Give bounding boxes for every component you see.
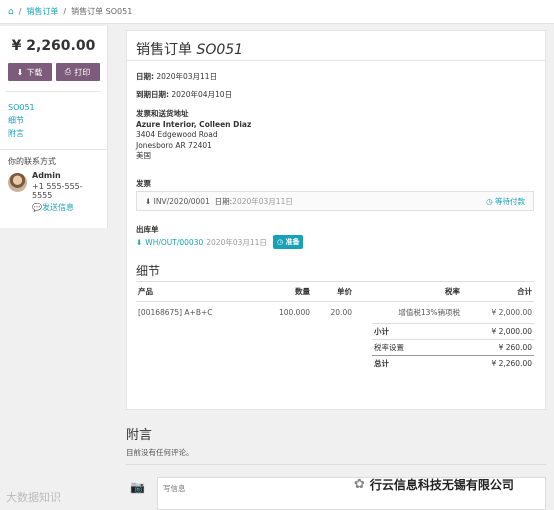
sidebar-nav: SO051 细节 附言 bbox=[0, 92, 107, 150]
breadcrumb-current: 销售订单 SO051 bbox=[71, 7, 133, 16]
comments-section: 附言 目前没有任何评论。 bbox=[126, 424, 194, 458]
col-total: 合计 bbox=[462, 281, 534, 302]
sidebar-item-so051[interactable]: SO051 bbox=[8, 101, 99, 114]
col-quantity: 数量 bbox=[266, 281, 312, 302]
address-title: 发票和送货地址 bbox=[136, 109, 189, 118]
total-value: ¥ 2,260.00 bbox=[491, 359, 532, 368]
contact-phone: +1 555-555-5555 bbox=[32, 182, 83, 200]
delivery-row: ⬇ WH/OUT/00030 2020年03月11日 ◷ 准备 bbox=[136, 235, 304, 249]
invoice-date-label: 日期: bbox=[214, 196, 233, 206]
download-label: 下载 bbox=[26, 67, 43, 77]
address-line2: Jonesboro AR 72401 bbox=[136, 140, 212, 150]
cell-tax: 增值税13%销项税 bbox=[398, 308, 460, 317]
address-line1: 3404 Edgewood Road bbox=[136, 130, 218, 139]
download-icon: ⬇ bbox=[145, 196, 154, 206]
title-number: SO051 bbox=[196, 42, 244, 58]
clock-icon: ◷ bbox=[486, 196, 493, 206]
date-label: 日期: bbox=[136, 72, 154, 81]
watermark-left-text: 大数据知识 bbox=[6, 491, 61, 504]
tax-value: ¥ 260.00 bbox=[498, 343, 532, 352]
invoice-row[interactable]: ⬇ INV/2020/0001 日期: 2020年03月11日 ◷ 等待付款 bbox=[136, 191, 534, 211]
col-unit-price: 单价 bbox=[312, 281, 354, 302]
title-prefix: 销售订单 bbox=[136, 42, 192, 58]
print-button[interactable]: ⎙ 打印 bbox=[55, 63, 100, 81]
print-label: 打印 bbox=[74, 67, 91, 77]
order-date: 日期: 2020年03月11日 bbox=[136, 71, 217, 82]
date-value: 2020年03月11日 bbox=[156, 72, 218, 81]
sidebar-item-details[interactable]: 细节 bbox=[8, 114, 99, 127]
print-icon: ⎙ bbox=[64, 67, 72, 76]
status-badge: ◷ 准备 bbox=[272, 235, 304, 249]
sidebar: ¥ 2,260.00 ⬇ 下载 ⎙ 打印 SO051 细节 附言 你的联系方式 … bbox=[0, 26, 108, 228]
watermark-left: 大数据知识 bbox=[6, 489, 61, 505]
message-placeholder: 写信息 bbox=[163, 484, 186, 493]
clock-icon: ◷ bbox=[276, 238, 284, 246]
due-label: 到期日期: bbox=[136, 90, 169, 99]
cell-total: ¥ 2,000.00 bbox=[491, 308, 532, 317]
order-card: 销售订单 SO051 日期: 2020年03月11日 到期日期: 2020年04… bbox=[126, 30, 546, 410]
send-message-link[interactable]: 💬发送信息 bbox=[32, 202, 99, 213]
contact-section: 你的联系方式 Admin +1 555-555-5555 💬发送信息 bbox=[0, 150, 107, 219]
avatar bbox=[8, 173, 27, 192]
due-value: 2020年04月10日 bbox=[171, 90, 233, 99]
breadcrumb: ⌂ / 销售订单 / 销售订单 SO051 bbox=[0, 0, 554, 24]
due-date: 到期日期: 2020年04月10日 bbox=[136, 89, 232, 100]
delivery-title: 出库单 bbox=[136, 224, 159, 235]
address-line3: 美国 bbox=[136, 151, 151, 160]
delivery-number[interactable]: WH/OUT/00030 bbox=[145, 238, 203, 247]
breadcrumb-separator: / bbox=[63, 7, 67, 16]
invoice-status-text: 等待付款 bbox=[495, 196, 525, 206]
cell-product: [00168675] A+B+C bbox=[138, 308, 213, 317]
col-product: 产品 bbox=[136, 281, 266, 302]
invoice-title-text: 发票 bbox=[136, 179, 151, 188]
total-label: 总计 bbox=[374, 359, 389, 368]
breadcrumb-separator: / bbox=[18, 7, 22, 16]
delivery-date: 2020年03月11日 bbox=[206, 237, 267, 247]
comment-icon: 💬 bbox=[32, 203, 42, 212]
delivery-title-text: 出库单 bbox=[136, 225, 159, 234]
breadcrumb-sales-orders[interactable]: 销售订单 bbox=[26, 6, 58, 17]
subtotal-label: 小计 bbox=[374, 327, 389, 336]
address-name: Azure Interior, Colleen Diaz bbox=[136, 119, 252, 129]
watermark-right: ✿ 行云信息科技无锡有限公司 bbox=[354, 476, 514, 493]
contact-title: 你的联系方式 bbox=[8, 157, 56, 166]
comments-empty: 目前没有任何评论。 bbox=[126, 448, 194, 457]
download-icon: ⬇ bbox=[136, 237, 143, 247]
invoice-date: 2020年03月11日 bbox=[232, 196, 293, 206]
table-row: [00168675] A+B+C 100.000 20.00 增值税13%销项税… bbox=[136, 302, 534, 324]
send-message-label: 发送信息 bbox=[41, 203, 74, 212]
sidebar-item-comments[interactable]: 附言 bbox=[8, 127, 99, 140]
details-heading: 细节 bbox=[136, 264, 161, 278]
watermark-right-text: 行云信息科技无锡有限公司 bbox=[369, 478, 514, 492]
comments-title: 附言 bbox=[126, 428, 153, 443]
page-title: 销售订单 SO051 bbox=[127, 31, 545, 61]
totals-block: 小计 ¥ 2,000.00 税率设置 ¥ 260.00 总计 ¥ 2,260.0… bbox=[372, 323, 534, 371]
wechat-icon: ✿ bbox=[354, 477, 365, 492]
tax-label: 税率设置 bbox=[374, 343, 404, 352]
download-button[interactable]: ⬇ 下载 bbox=[7, 63, 52, 81]
subtotal-value: ¥ 2,000.00 bbox=[491, 327, 532, 336]
divider bbox=[126, 464, 546, 465]
invoice-status: ◷ 等待付款 bbox=[486, 196, 525, 207]
status-badge-text: 准备 bbox=[285, 238, 300, 246]
address-block: 发票和送货地址 Azure Interior, Colleen Diaz 340… bbox=[136, 109, 251, 162]
download-icon: ⬇ bbox=[16, 67, 24, 77]
cell-quantity: 100.000 bbox=[278, 308, 310, 317]
sidebar-amount: ¥ 2,260.00 bbox=[11, 38, 96, 54]
invoice-number[interactable]: INV/2020/0001 bbox=[154, 197, 210, 206]
cell-unit-price: 20.00 bbox=[330, 308, 352, 317]
order-lines-table: 产品 数量 单价 税率 合计 [00168675] A+B+C 100.000 … bbox=[136, 281, 534, 323]
col-tax: 税率 bbox=[354, 281, 462, 302]
invoice-title: 发票 bbox=[136, 178, 151, 189]
camera-icon[interactable]: 📷 bbox=[130, 480, 145, 494]
contact-name: Admin bbox=[32, 171, 61, 180]
home-icon[interactable]: ⌂ bbox=[8, 7, 14, 17]
